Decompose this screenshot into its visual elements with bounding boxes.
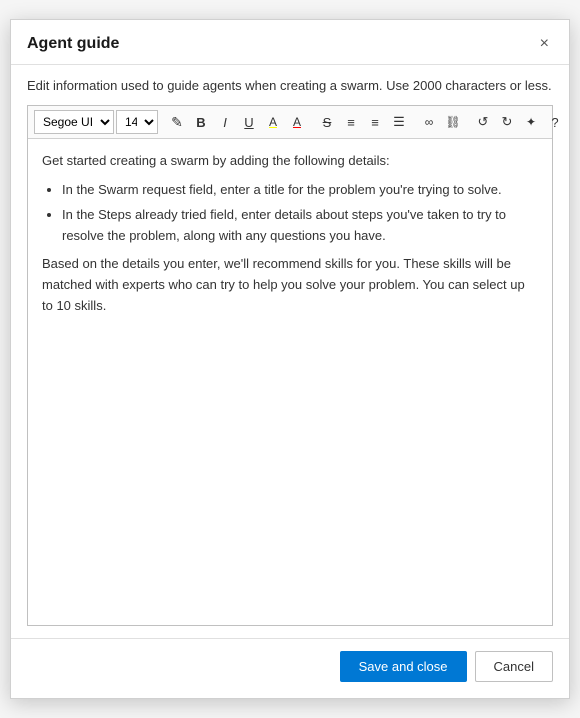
save-and-close-button[interactable]: Save and close: [340, 651, 467, 682]
dialog-description: Edit information used to guide agents wh…: [11, 65, 569, 105]
numbering-button[interactable]: ≡: [364, 110, 386, 134]
remove-link-button[interactable]: ∞: [418, 110, 440, 134]
editor-intro: Get started creating a swarm by adding t…: [42, 151, 538, 172]
highlight-button[interactable]: ✎: [166, 110, 188, 134]
clean-format-button[interactable]: ✦: [520, 110, 542, 134]
text-highlight-button[interactable]: A: [262, 110, 284, 134]
font-size-select[interactable]: 14 8 10 12 16 18: [116, 110, 158, 134]
strikethrough-button[interactable]: S: [316, 110, 338, 134]
undo-button[interactable]: ↺: [472, 110, 494, 134]
editor-content[interactable]: Get started creating a swarm by adding t…: [28, 139, 552, 625]
close-button[interactable]: ×: [536, 34, 553, 54]
font-color-button[interactable]: A: [286, 110, 308, 134]
align-button[interactable]: ☰: [388, 110, 410, 134]
editor-list-item-1: In the Swarm request field, enter a titl…: [62, 180, 538, 201]
editor-list-item-2: In the Steps already tried field, enter …: [62, 205, 538, 247]
font-family-select[interactable]: Segoe UI Arial Times New Roman: [34, 110, 114, 134]
dialog-title: Agent guide: [27, 35, 119, 53]
underline-button[interactable]: U: [238, 110, 260, 134]
agent-guide-dialog: Agent guide × Edit information used to g…: [10, 19, 570, 699]
dialog-header: Agent guide ×: [11, 20, 569, 65]
help-button[interactable]: ?: [544, 110, 566, 134]
insert-link-button[interactable]: ⛓: [442, 110, 464, 134]
editor-container: Segoe UI Arial Times New Roman 14 8 10 1…: [27, 105, 553, 626]
editor-list: In the Swarm request field, enter a titl…: [62, 180, 538, 246]
redo-button[interactable]: ↻: [496, 110, 518, 134]
bold-button[interactable]: B: [190, 110, 212, 134]
dialog-footer: Save and close Cancel: [11, 638, 569, 698]
editor-toolbar: Segoe UI Arial Times New Roman 14 8 10 1…: [28, 106, 552, 139]
bullets-button[interactable]: ≡: [340, 110, 362, 134]
italic-button[interactable]: I: [214, 110, 236, 134]
cancel-button[interactable]: Cancel: [475, 651, 553, 682]
editor-conclusion: Based on the details you enter, we'll re…: [42, 254, 538, 316]
